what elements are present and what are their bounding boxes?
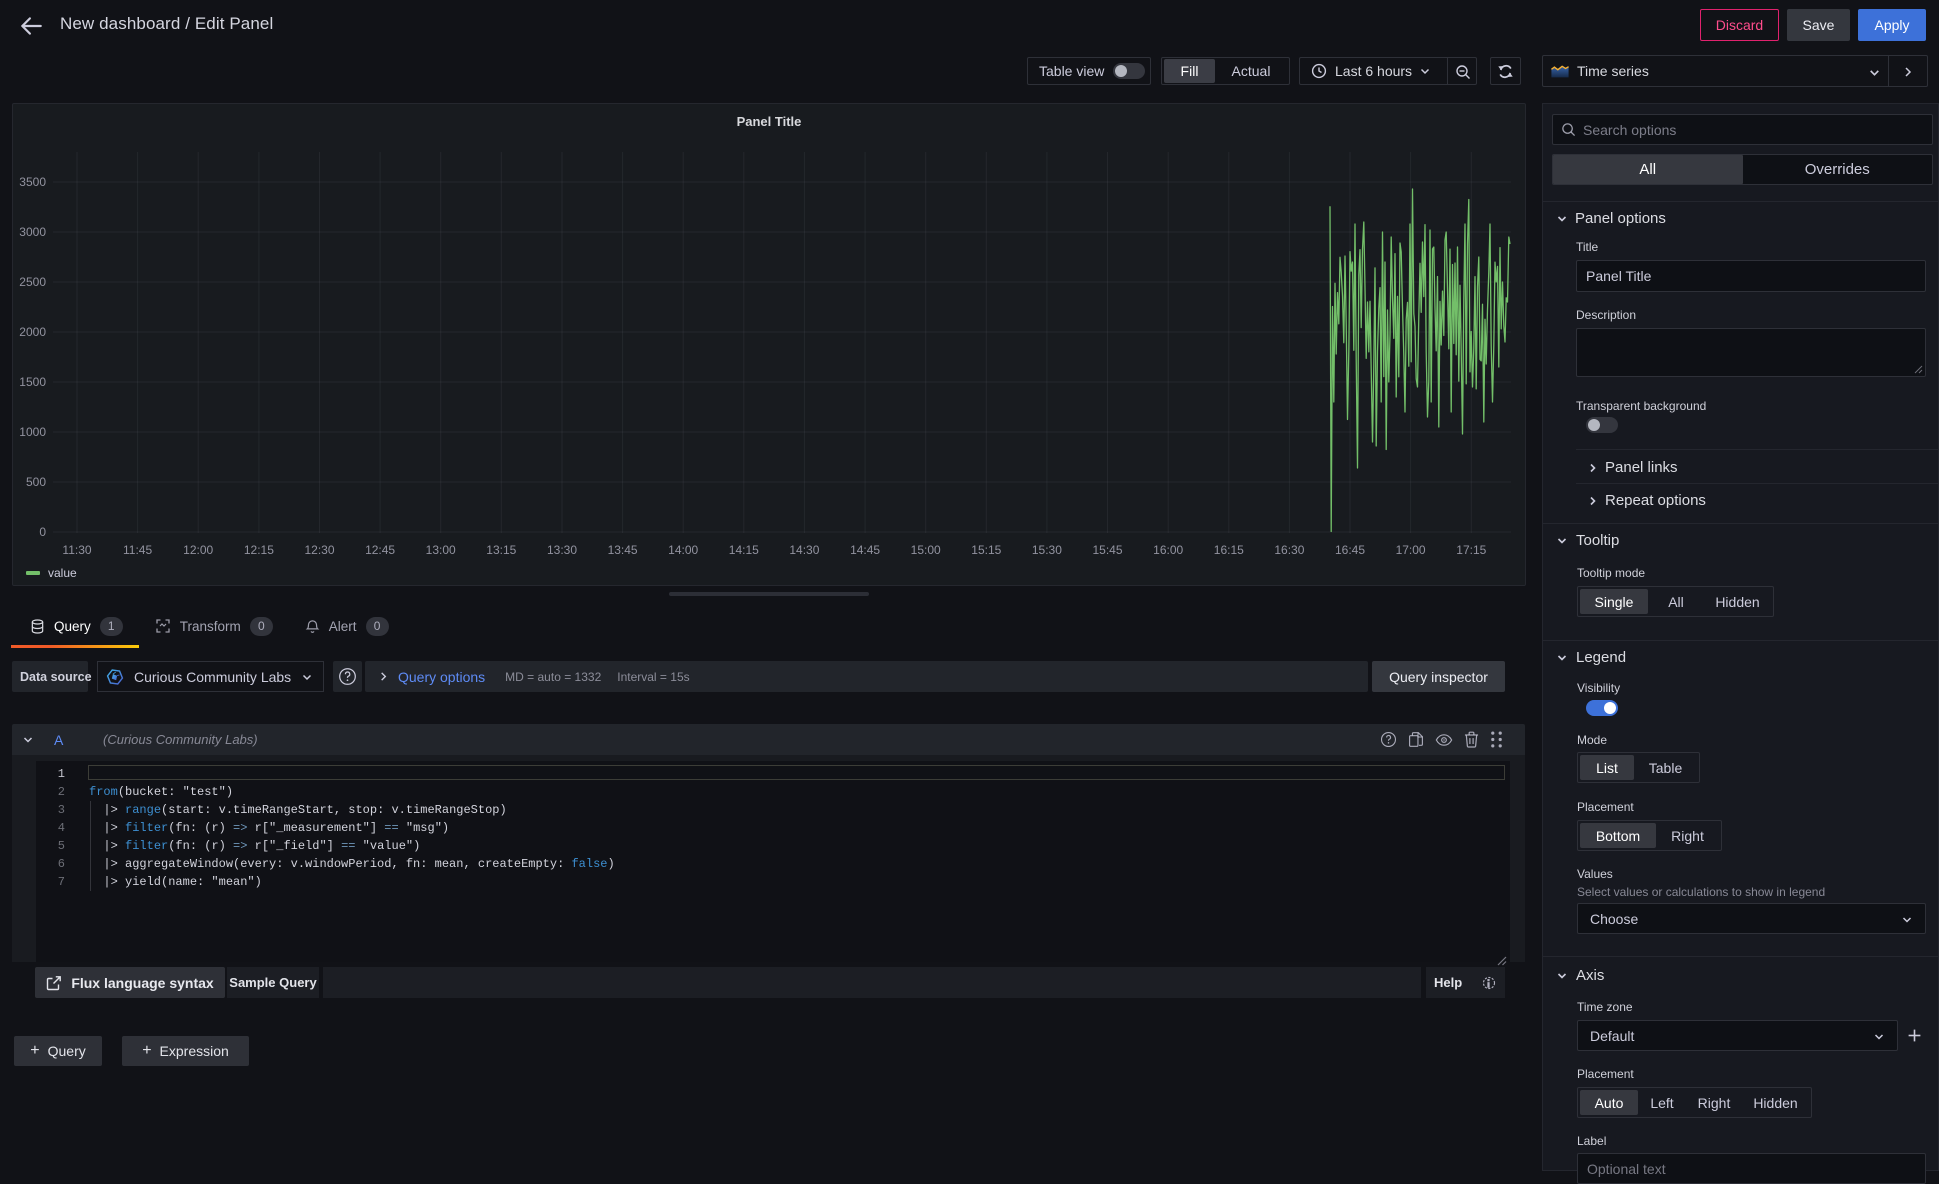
svg-text:1000: 1000	[19, 425, 46, 439]
svg-text:500: 500	[26, 475, 46, 489]
svg-text:14:15: 14:15	[729, 543, 759, 557]
svg-text:13:15: 13:15	[486, 543, 516, 557]
svg-text:16:00: 16:00	[1153, 543, 1183, 557]
svg-text:13:00: 13:00	[426, 543, 456, 557]
svg-text:15:15: 15:15	[971, 543, 1001, 557]
svg-text:14:00: 14:00	[668, 543, 698, 557]
svg-text:17:00: 17:00	[1396, 543, 1426, 557]
svg-text:16:15: 16:15	[1214, 543, 1244, 557]
svg-text:16:30: 16:30	[1274, 543, 1304, 557]
svg-text:12:15: 12:15	[244, 543, 274, 557]
svg-text:13:30: 13:30	[547, 543, 577, 557]
svg-text:15:00: 15:00	[911, 543, 941, 557]
svg-text:12:30: 12:30	[304, 543, 334, 557]
svg-text:2000: 2000	[19, 325, 46, 339]
svg-text:11:30: 11:30	[62, 543, 91, 557]
svg-text:0: 0	[39, 525, 46, 539]
svg-text:15:30: 15:30	[1032, 543, 1062, 557]
svg-text:16:45: 16:45	[1335, 543, 1365, 557]
svg-text:14:30: 14:30	[789, 543, 819, 557]
svg-text:3500: 3500	[19, 175, 46, 189]
svg-text:11:45: 11:45	[123, 543, 152, 557]
svg-text:12:00: 12:00	[183, 543, 213, 557]
svg-text:14:45: 14:45	[850, 543, 880, 557]
svg-text:15:45: 15:45	[1092, 543, 1122, 557]
svg-text:12:45: 12:45	[365, 543, 395, 557]
svg-text:1500: 1500	[19, 375, 46, 389]
svg-text:13:45: 13:45	[608, 543, 638, 557]
svg-text:17:15: 17:15	[1456, 543, 1486, 557]
svg-text:3000: 3000	[19, 225, 46, 239]
svg-text:2500: 2500	[19, 275, 46, 289]
